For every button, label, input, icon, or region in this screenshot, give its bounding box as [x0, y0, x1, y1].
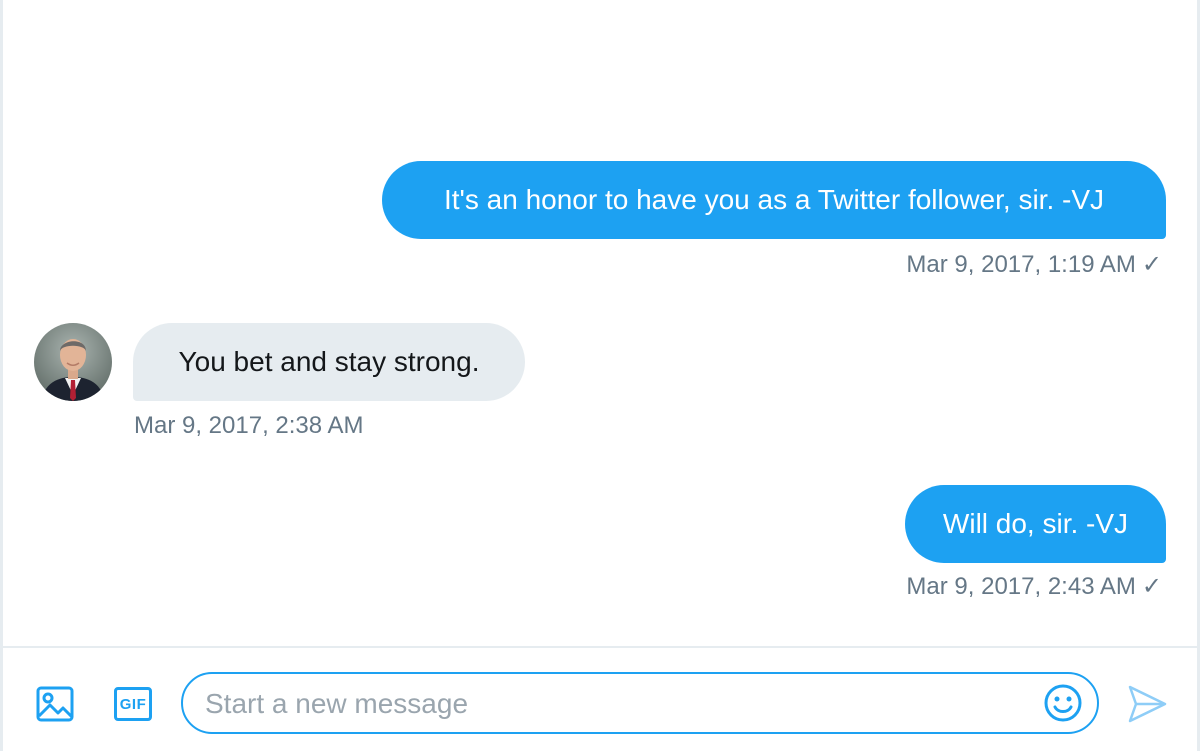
timestamp-text: Mar 9, 2017, 2:43 AM: [906, 573, 1136, 600]
message-thread: It's an honor to have you as a Twitter f…: [3, 0, 1197, 646]
sent-message-bubble[interactable]: Will do, sir. -VJ: [905, 485, 1166, 563]
message-input-container: [181, 672, 1099, 734]
avatar-photo: [34, 323, 112, 401]
emoji-button[interactable]: [1043, 683, 1083, 723]
image-icon: [36, 686, 74, 722]
message-timestamp: Mar 9, 2017, 1:19 AM ✓: [906, 250, 1162, 280]
dm-conversation-window: It's an honor to have you as a Twitter f…: [0, 0, 1200, 751]
add-photo-button[interactable]: [33, 682, 77, 726]
message-timestamp: Mar 9, 2017, 2:38 AM: [134, 411, 363, 441]
received-message-bubble[interactable]: You bet and stay strong.: [133, 323, 525, 401]
timestamp-text: Mar 9, 2017, 1:19 AM: [906, 251, 1136, 278]
read-check-icon: ✓: [1141, 573, 1162, 600]
send-icon: [1128, 685, 1167, 723]
message-timestamp: Mar 9, 2017, 2:43 AM ✓: [906, 572, 1162, 602]
message-composer: GIF: [3, 646, 1197, 751]
gif-icon: GIF: [114, 687, 152, 721]
read-check-icon: ✓: [1141, 251, 1162, 278]
avatar[interactable]: [34, 323, 112, 401]
gif-label: GIF: [119, 695, 147, 713]
timestamp-text: Mar 9, 2017, 2:38 AM: [134, 412, 364, 439]
send-button[interactable]: [1125, 682, 1169, 726]
message-input[interactable]: [203, 674, 1047, 734]
add-gif-button[interactable]: GIF: [111, 682, 155, 726]
emoji-icon: [1044, 684, 1082, 722]
sent-message-bubble[interactable]: It's an honor to have you as a Twitter f…: [382, 161, 1166, 239]
